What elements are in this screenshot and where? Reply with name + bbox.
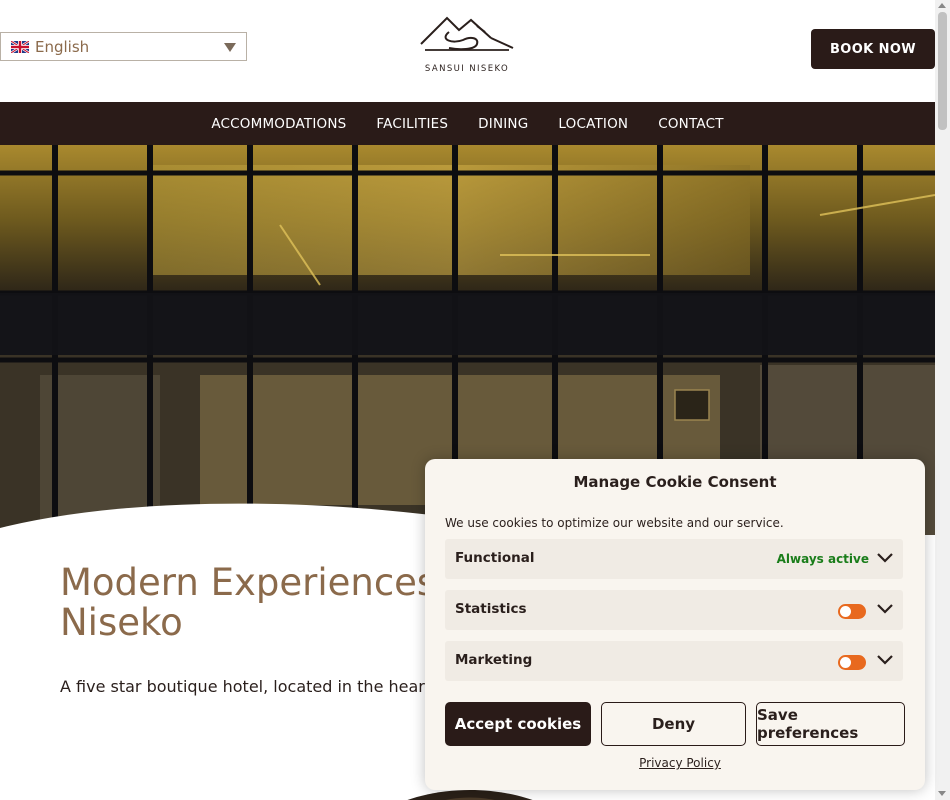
nav-item-accommodations[interactable]: ACCOMMODATIONS: [196, 116, 361, 132]
statistics-toggle[interactable]: [838, 604, 866, 619]
cookie-description: We use cookies to optimize our website a…: [445, 516, 784, 530]
mountain-logo-icon: [420, 16, 514, 51]
chevron-down-icon[interactable]: [876, 552, 894, 564]
toggle-knob: [840, 657, 851, 668]
scroll-down-icon[interactable]: [938, 791, 946, 796]
cookie-consent-dialog: Manage Cookie Consent We use cookies to …: [425, 459, 925, 790]
language-select[interactable]: English: [0, 32, 247, 61]
category-label: Functional: [455, 550, 535, 566]
accept-cookies-button[interactable]: Accept cookies: [445, 702, 591, 746]
nav-item-location[interactable]: LOCATION: [543, 116, 643, 132]
page-headline: Modern Experiences Niseko: [60, 563, 440, 643]
nav-item-dining[interactable]: DINING: [463, 116, 543, 132]
toggle-knob: [840, 606, 851, 617]
logo-text: SANSUI NISEKO: [424, 64, 510, 74]
headline-line1: Modern Experiences: [60, 561, 437, 604]
cookie-category-statistics[interactable]: Statistics: [445, 590, 903, 630]
marketing-toggle[interactable]: [838, 655, 866, 670]
nav-item-contact[interactable]: CONTACT: [643, 116, 738, 132]
site-logo[interactable]: SANSUI NISEKO: [419, 14, 515, 80]
main-nav: ACCOMMODATIONS FACILITIES DINING LOCATIO…: [0, 102, 935, 145]
cookie-category-functional[interactable]: Functional Always active: [445, 539, 903, 579]
book-now-button[interactable]: BOOK NOW: [811, 29, 935, 69]
deny-cookies-button[interactable]: Deny: [601, 702, 746, 746]
page-subheadline: A five star boutique hotel, located in t…: [60, 677, 430, 696]
chevron-down-icon[interactable]: [876, 654, 894, 666]
cookie-title: Manage Cookie Consent: [573, 473, 777, 491]
nav-item-facilities[interactable]: FACILITIES: [361, 116, 463, 132]
language-label: English: [35, 37, 90, 56]
scrollbar-thumb[interactable]: [938, 12, 947, 130]
caret-down-icon: [224, 43, 236, 52]
site-header: English SANSUI NISEKO BOOK NOW: [0, 0, 935, 102]
chevron-down-icon[interactable]: [876, 603, 894, 615]
page-scrollbar[interactable]: [935, 0, 950, 800]
uk-flag-icon: [11, 40, 29, 53]
always-active-badge: Always active: [776, 552, 869, 566]
category-label: Statistics: [455, 601, 527, 617]
cookie-category-marketing[interactable]: Marketing: [445, 641, 903, 681]
privacy-policy-link[interactable]: Privacy Policy: [425, 756, 935, 770]
category-label: Marketing: [455, 652, 533, 668]
save-preferences-button[interactable]: Save preferences: [756, 702, 905, 746]
scroll-up-icon[interactable]: [938, 3, 946, 8]
headline-line2: Niseko: [60, 601, 183, 644]
